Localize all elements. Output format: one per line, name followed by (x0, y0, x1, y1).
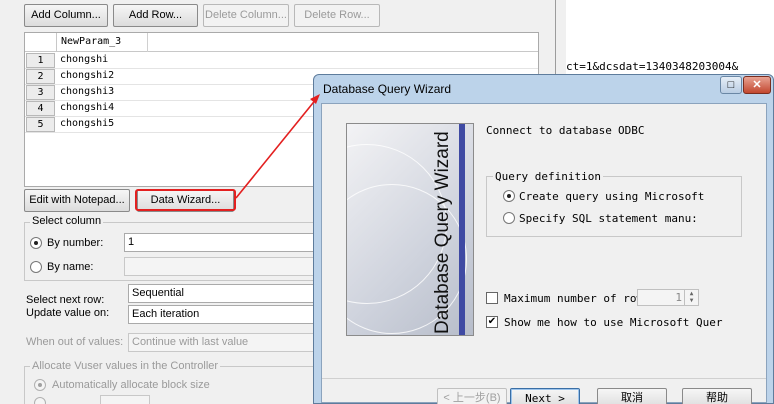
arrow-line (235, 97, 318, 199)
annotation-arrow-icon (235, 94, 320, 199)
arrow-head-icon (310, 94, 320, 104)
